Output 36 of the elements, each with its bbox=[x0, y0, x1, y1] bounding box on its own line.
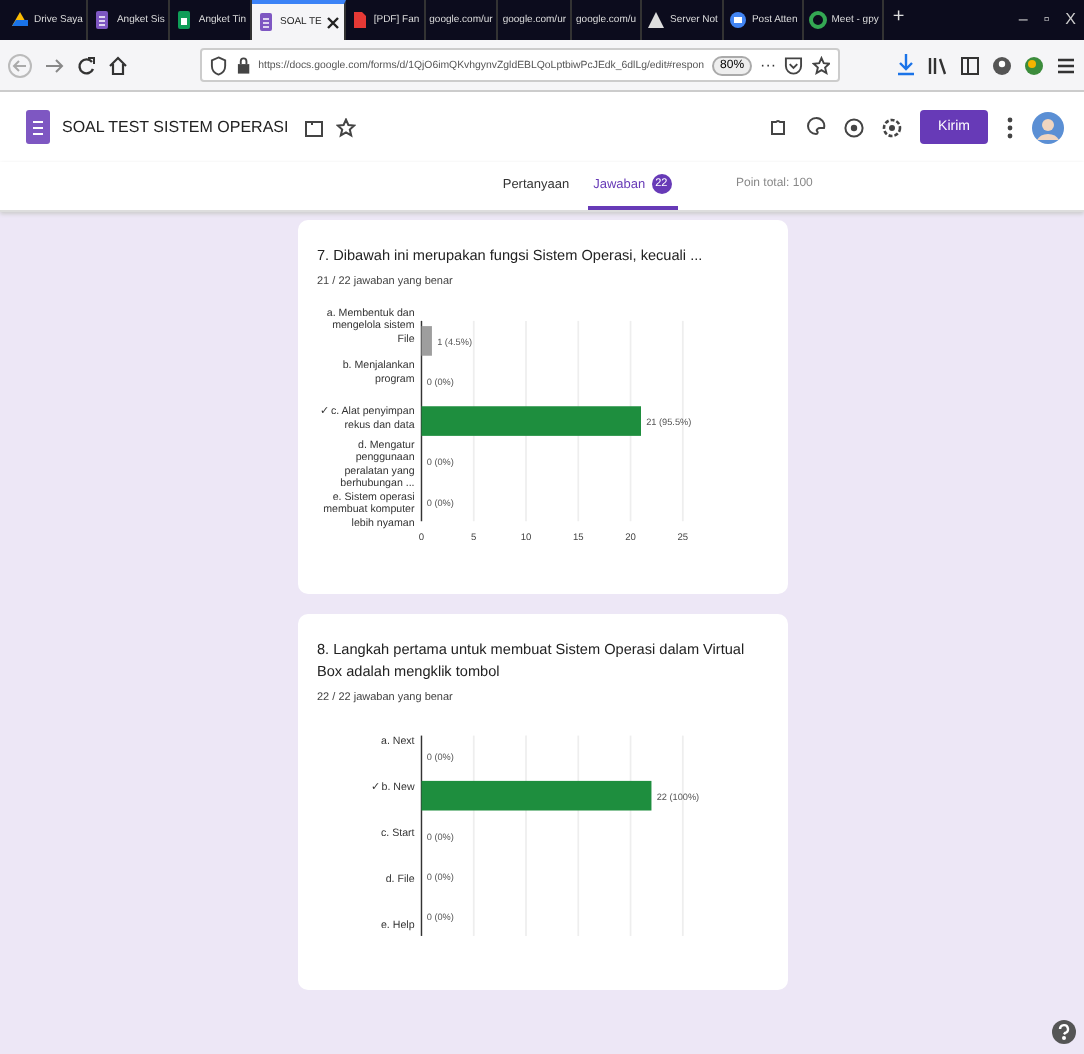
sidebar-icon[interactable] bbox=[960, 55, 980, 75]
reload-icon[interactable] bbox=[76, 55, 96, 75]
library-icon[interactable] bbox=[928, 55, 948, 75]
settings-icon[interactable] bbox=[882, 117, 903, 137]
warning-icon bbox=[646, 10, 667, 30]
help-icon[interactable] bbox=[1052, 1020, 1076, 1044]
chat-icon bbox=[727, 10, 748, 30]
home-icon[interactable] bbox=[108, 55, 128, 75]
extension-icon[interactable] bbox=[1024, 55, 1044, 75]
close-icon[interactable] bbox=[325, 15, 340, 29]
avatar-icon[interactable] bbox=[1032, 111, 1064, 143]
download-icon[interactable] bbox=[896, 54, 916, 76]
form-icon bbox=[92, 10, 113, 30]
star-icon[interactable] bbox=[811, 55, 830, 75]
more-icon[interactable] bbox=[1006, 115, 1014, 139]
sheet-icon bbox=[174, 10, 195, 30]
triangle-icon bbox=[10, 10, 30, 30]
star-icon[interactable] bbox=[336, 117, 357, 137]
eye-icon[interactable] bbox=[844, 117, 865, 137]
window-control-button[interactable]: ▫ bbox=[1035, 0, 1058, 40]
account-icon[interactable] bbox=[992, 55, 1012, 75]
window-control-button[interactable]: – bbox=[1010, 0, 1036, 40]
folder-icon[interactable] bbox=[304, 117, 325, 137]
new-tab-button[interactable]: + bbox=[884, 0, 913, 40]
pocket-icon[interactable] bbox=[784, 55, 804, 75]
form-title: SOAL TEST SISTEM OPERASI bbox=[62, 118, 289, 136]
ring-icon bbox=[807, 10, 828, 30]
document-icon bbox=[349, 10, 370, 30]
shield-icon bbox=[210, 55, 228, 75]
menu-icon[interactable] bbox=[1056, 55, 1076, 75]
window-control-button[interactable]: X bbox=[1057, 0, 1084, 40]
forward-icon[interactable] bbox=[44, 55, 64, 75]
form-icon[interactable] bbox=[26, 110, 50, 144]
lock-icon bbox=[235, 55, 251, 75]
more-button[interactable]: ··· bbox=[760, 56, 777, 74]
form-icon bbox=[256, 12, 276, 32]
